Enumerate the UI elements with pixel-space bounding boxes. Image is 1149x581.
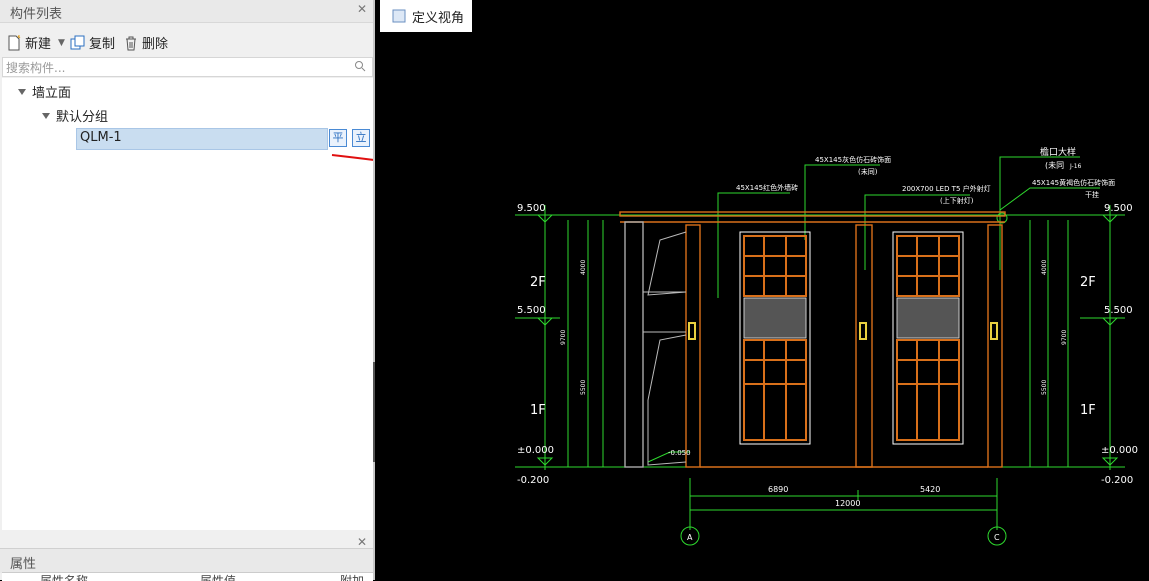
- dim-label: 4000: [580, 260, 587, 275]
- expand-arrow-icon[interactable]: [18, 88, 26, 95]
- tree-item-label: QLM-1: [80, 130, 122, 145]
- dim-label: 5420: [920, 485, 940, 494]
- close-icon[interactable]: ✕: [357, 2, 367, 16]
- expand-arrow-icon[interactable]: [42, 112, 50, 119]
- delete-button[interactable]: 删除: [123, 33, 168, 52]
- floor-label: 1F: [1080, 403, 1096, 418]
- dim-label: 12000: [835, 499, 860, 508]
- note: 45X145灰色仿石砖饰面: [815, 155, 891, 164]
- tree-group-label: 默认分组: [56, 110, 109, 125]
- note: 200X700 LED T5 户外射灯: [902, 184, 991, 193]
- copy-label: 复制: [89, 37, 116, 52]
- note: -0.050: [668, 449, 691, 457]
- note: 檐口大样: [1040, 146, 1076, 158]
- tree-node-group[interactable]: 默认分组: [42, 106, 108, 125]
- properties-title: 属性: [10, 557, 37, 572]
- tree-node-root[interactable]: 墙立面: [18, 82, 71, 101]
- note: (未同: [1045, 160, 1064, 170]
- cad-drawing-canvas[interactable]: 9.500 9.500 5.500 5.500 ±0.000 ±0.000 -0…: [375, 0, 1149, 580]
- component-list-header: 构件列表 ✕: [0, 0, 373, 23]
- copy-button[interactable]: 复制: [70, 33, 115, 52]
- tree-item-selected[interactable]: QLM-1: [76, 128, 328, 150]
- tree-root-label: 墙立面: [32, 86, 72, 101]
- define-view-button[interactable]: 定义视角: [380, 0, 472, 32]
- note: 45X145红色外墙砖: [736, 183, 798, 192]
- dim-label: 5500: [1041, 380, 1048, 395]
- trash-icon: [126, 36, 136, 50]
- panel-separator: ✕: [0, 535, 373, 549]
- level-top-left: 9.500: [517, 203, 546, 214]
- plan-view-button[interactable]: 平: [329, 129, 347, 147]
- left-panel: 构件列表 ✕ 新建 ▼ 复制 删除 搜索构件... 墙立面 默认分组 QLM-1…: [0, 0, 375, 581]
- floor-label: 2F: [530, 275, 546, 290]
- level-ground-right: ±0.000: [1101, 445, 1138, 456]
- dropdown-arrow-icon[interactable]: ▼: [58, 38, 65, 48]
- level-mid-right: 5.500: [1104, 305, 1133, 316]
- note: 干挂: [1085, 190, 1099, 199]
- dim-label: 5500: [580, 380, 587, 395]
- component-toolbar: 新建 ▼ 复制 删除: [0, 30, 373, 56]
- dim-label: 6890: [768, 485, 788, 494]
- close-icon[interactable]: ✕: [357, 535, 367, 549]
- floor-label: 2F: [1080, 275, 1096, 290]
- view-icon: [392, 9, 406, 23]
- search-input[interactable]: 搜索构件...: [2, 57, 373, 77]
- level-ground-left: ±0.000: [517, 445, 554, 456]
- elevation-view-button[interactable]: 立: [352, 129, 370, 147]
- level-mid-left: 5.500: [517, 305, 546, 316]
- note: 45X145黄褐色仿石砖饰面: [1032, 178, 1115, 187]
- floor-label: 1F: [530, 403, 546, 418]
- note: (上下射灯): [940, 196, 974, 205]
- new-label: 新建: [25, 37, 52, 52]
- delete-label: 删除: [142, 37, 169, 52]
- level-base-right: -0.200: [1101, 475, 1133, 486]
- search-placeholder: 搜索构件...: [6, 61, 66, 75]
- red-annotation-mark: [331, 154, 375, 161]
- search-icon[interactable]: [354, 60, 366, 72]
- define-view-label: 定义视角: [412, 10, 465, 26]
- level-base-left: -0.200: [517, 475, 549, 486]
- axis-label: A: [687, 533, 693, 542]
- new-button[interactable]: 新建 ▼: [6, 33, 65, 52]
- dim-label: 9700: [560, 330, 567, 345]
- dim-label: 9700: [1061, 330, 1068, 345]
- properties-header: 属性: [0, 548, 373, 573]
- level-top-right: 9.500: [1104, 203, 1133, 214]
- copy-icon: [70, 35, 85, 49]
- new-file-icon: [8, 34, 21, 50]
- axis-label: C: [994, 533, 1000, 542]
- component-tree: 墙立面 默认分组 QLM-1 平 立: [2, 78, 375, 530]
- note: (未同): [858, 167, 878, 176]
- note: J-16: [1069, 163, 1082, 170]
- component-list-title: 构件列表: [10, 7, 63, 22]
- dim-label: 4000: [1041, 260, 1048, 275]
